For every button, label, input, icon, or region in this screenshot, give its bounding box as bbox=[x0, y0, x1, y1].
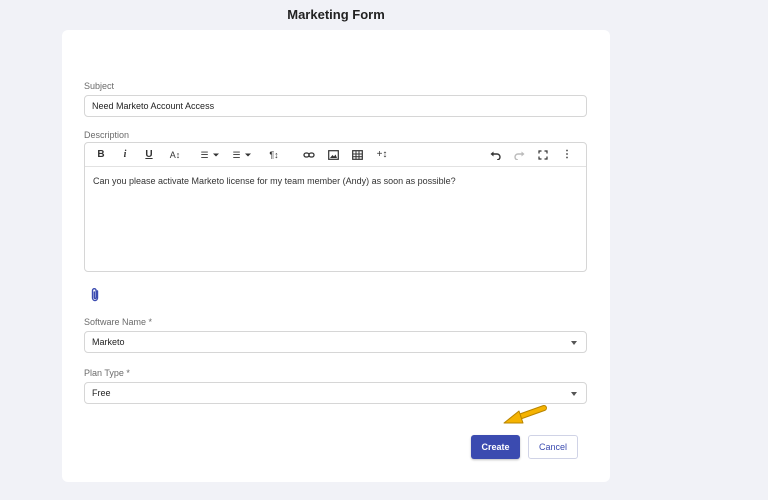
table-icon bbox=[351, 150, 363, 160]
redo-icon bbox=[513, 151, 524, 160]
undo-icon bbox=[490, 151, 501, 160]
subject-input[interactable]: Need Marketo Account Access bbox=[84, 95, 587, 117]
plan-type-value: Free bbox=[92, 388, 111, 398]
redo-button[interactable] bbox=[511, 147, 527, 163]
more-options-button[interactable]: ⋮ bbox=[559, 147, 575, 163]
create-button[interactable]: Create bbox=[471, 435, 520, 459]
undo-button[interactable] bbox=[487, 147, 503, 163]
dropdown-caret-icon bbox=[571, 341, 577, 345]
dropdown-caret-icon bbox=[571, 392, 577, 396]
bullet-list-button[interactable]: ☰ bbox=[229, 147, 255, 163]
pointer-arrow-icon bbox=[503, 405, 547, 424]
image-icon bbox=[327, 150, 339, 160]
software-name-value: Marketo bbox=[92, 337, 125, 347]
insert-image-button[interactable] bbox=[325, 147, 341, 163]
ordered-list-icon: ☰ bbox=[200, 149, 209, 160]
insert-table-button[interactable] bbox=[349, 147, 365, 163]
link-icon bbox=[303, 152, 315, 158]
description-text: Can you please activate Marketo license … bbox=[93, 176, 456, 186]
attach-button[interactable] bbox=[88, 287, 102, 303]
description-editor[interactable]: B i U A↕ ☰ ☰ ¶↕ +↕ ⋮ Can you please acti… bbox=[84, 142, 587, 272]
cancel-button[interactable]: Cancel bbox=[528, 435, 578, 459]
editor-toolbar: B i U A↕ ☰ ☰ ¶↕ +↕ ⋮ bbox=[85, 143, 586, 167]
paperclip-icon bbox=[91, 288, 99, 302]
subject-label: Subject bbox=[84, 81, 115, 91]
fullscreen-button[interactable] bbox=[535, 147, 551, 163]
paragraph-button[interactable]: ¶↕ bbox=[265, 147, 283, 163]
bold-button[interactable]: B bbox=[93, 147, 109, 163]
chevron-down-icon bbox=[212, 153, 219, 157]
insert-more-button[interactable]: +↕ bbox=[373, 147, 391, 163]
plan-type-select[interactable]: Free bbox=[84, 382, 587, 404]
subject-value: Need Marketo Account Access bbox=[92, 101, 215, 111]
font-size-button[interactable]: A↕ bbox=[165, 147, 185, 163]
software-name-select[interactable]: Marketo bbox=[84, 331, 587, 353]
page-title: Marketing Form bbox=[287, 7, 385, 22]
chevron-down-icon bbox=[244, 153, 251, 157]
ordered-list-button[interactable]: ☰ bbox=[197, 147, 223, 163]
description-label: Description bbox=[84, 130, 130, 140]
bullet-list-icon: ☰ bbox=[232, 149, 241, 160]
plan-type-label: Plan Type * bbox=[84, 368, 130, 378]
insert-link-button[interactable] bbox=[301, 147, 317, 163]
fullscreen-icon bbox=[538, 150, 548, 160]
software-name-label: Software Name * bbox=[84, 317, 153, 327]
italic-button[interactable]: i bbox=[117, 147, 133, 163]
underline-button[interactable]: U bbox=[141, 147, 157, 163]
